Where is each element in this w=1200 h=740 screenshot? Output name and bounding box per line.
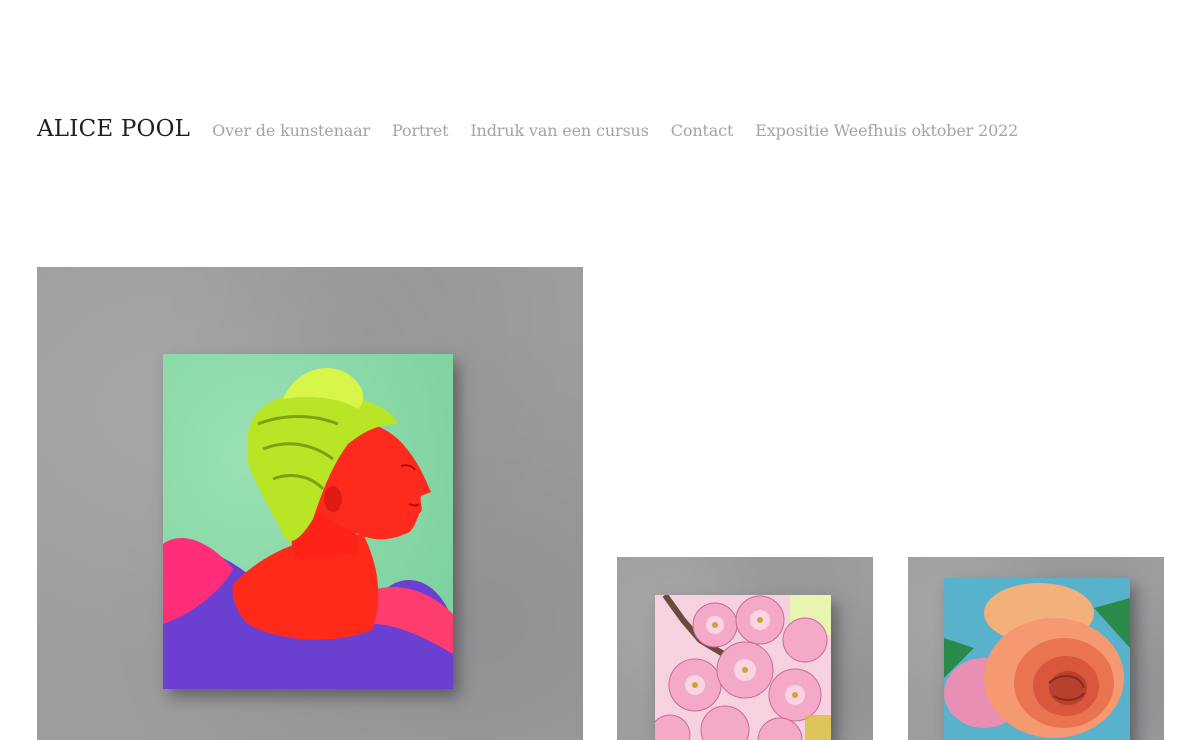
rose-painting-image <box>944 578 1130 740</box>
main-nav: Over de kunstenaar Portret Indruk van ee… <box>212 121 1040 140</box>
gallery-item-rose[interactable] <box>908 557 1164 740</box>
site-header: ALICE POOL Over de kunstenaar Portret In… <box>37 116 1040 142</box>
site-title[interactable]: ALICE POOL <box>37 116 190 142</box>
blossom-painting-image <box>655 595 831 740</box>
nav-item-portret[interactable]: Portret <box>392 121 448 140</box>
portrait-painting-image <box>163 354 453 689</box>
gallery-item-blossoms[interactable] <box>617 557 873 740</box>
nav-item-contact[interactable]: Contact <box>671 121 734 140</box>
page: ALICE POOL Over de kunstenaar Portret In… <box>0 0 1200 740</box>
nav-item-over-de-kunstenaar[interactable]: Over de kunstenaar <box>212 121 370 140</box>
nav-item-indruk-van-een-cursus[interactable]: Indruk van een cursus <box>470 121 649 140</box>
nav-item-expositie-weefhuis[interactable]: Expositie Weefhuis oktober 2022 <box>755 121 1018 140</box>
gallery-item-portrait[interactable] <box>37 267 583 740</box>
